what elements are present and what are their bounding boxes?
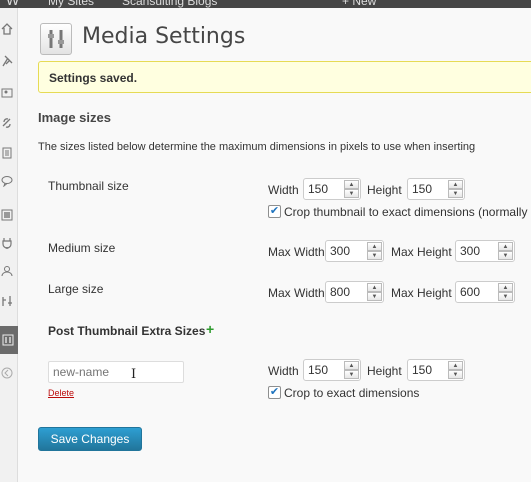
spin-up-icon[interactable]: ▲	[448, 180, 463, 189]
pin-icon[interactable]	[0, 54, 14, 68]
thumbnail-height-spinner[interactable]: ▲ ▼	[448, 180, 463, 198]
spin-up-icon[interactable]: ▲	[498, 242, 513, 251]
extra-height-input[interactable]: 150 ▲ ▼	[407, 359, 465, 381]
spin-up-icon[interactable]: ▲	[498, 283, 513, 292]
thumbnail-crop-label: Crop thumbnail to exact dimensions (norm…	[284, 205, 528, 219]
large-width-input[interactable]: 800 ▲ ▼	[325, 281, 384, 303]
medium-width-input[interactable]: 300 ▲ ▼	[325, 240, 384, 262]
checkmark-icon: ✔	[269, 205, 280, 217]
thumbnail-height-label: Height	[367, 183, 402, 197]
settings-icon[interactable]	[1, 333, 15, 347]
wordpress-logo-icon[interactable]: W	[6, 0, 19, 8]
medium-width-spinner[interactable]: ▲ ▼	[367, 242, 382, 260]
spin-down-icon[interactable]: ▼	[498, 292, 513, 301]
large-height-input[interactable]: 600 ▲ ▼	[455, 281, 515, 303]
spin-down-icon[interactable]: ▼	[448, 189, 463, 198]
spin-down-icon[interactable]: ▼	[448, 370, 463, 379]
spin-down-icon[interactable]: ▼	[344, 370, 359, 379]
collapse-menu-icon[interactable]	[0, 366, 14, 380]
settings-saved-notice: Settings saved.	[38, 61, 531, 93]
admin-bar: W My Sites Scansulting Blogs + New	[0, 0, 531, 8]
site-name-menu[interactable]: Scansulting Blogs	[122, 0, 217, 8]
save-changes-button[interactable]: Save Changes	[38, 427, 142, 451]
spin-up-icon[interactable]: ▲	[367, 283, 382, 292]
spin-down-icon[interactable]: ▼	[367, 251, 382, 260]
spin-down-icon[interactable]: ▼	[344, 189, 359, 198]
extra-height-spinner[interactable]: ▲ ▼	[448, 361, 463, 379]
large-width-label: Max Width	[268, 286, 325, 300]
media-icon[interactable]	[0, 86, 14, 100]
image-sizes-description: The sizes listed below determine the max…	[38, 141, 476, 153]
admin-sidebar	[0, 8, 26, 482]
extra-crop-label: Crop to exact dimensions	[284, 386, 420, 400]
medium-width-label: Max Width	[268, 245, 325, 259]
text-cursor-icon: I	[131, 367, 137, 382]
thumbnail-crop-checkbox[interactable]: ✔	[268, 205, 281, 218]
spin-down-icon[interactable]: ▼	[498, 251, 513, 260]
appearance-icon[interactable]	[0, 208, 14, 222]
large-height-spinner[interactable]: ▲ ▼	[498, 283, 513, 301]
plugins-icon[interactable]	[0, 236, 14, 250]
comments-icon[interactable]	[0, 174, 14, 188]
add-size-icon[interactable]: +	[206, 321, 214, 337]
main-content: Media Settings Settings saved. Image siz…	[18, 8, 531, 482]
checkmark-icon: ✔	[269, 386, 280, 398]
medium-size-label: Medium size	[48, 241, 116, 255]
new-content-menu[interactable]: + New	[342, 0, 376, 8]
large-height-label: Max Height	[391, 286, 452, 300]
spin-up-icon[interactable]: ▲	[344, 180, 359, 189]
media-settings-icon	[40, 23, 72, 55]
spin-up-icon[interactable]: ▲	[448, 361, 463, 370]
extra-crop-checkbox[interactable]: ✔	[268, 386, 281, 399]
my-sites-menu[interactable]: My Sites	[48, 0, 94, 8]
delete-size-link[interactable]: Delete	[48, 388, 74, 398]
medium-height-input[interactable]: 300 ▲ ▼	[455, 240, 515, 262]
extra-width-input[interactable]: 150 ▲ ▼	[303, 359, 361, 381]
thumbnail-size-label: Thumbnail size	[48, 179, 129, 193]
tools-icon[interactable]	[0, 294, 14, 308]
page-title: Media Settings	[82, 24, 246, 49]
thumbnail-width-input[interactable]: 150 ▲ ▼	[303, 178, 361, 200]
new-size-name-input[interactable]	[48, 361, 184, 383]
thumbnail-height-input[interactable]: 150 ▲ ▼	[407, 178, 465, 200]
spin-up-icon[interactable]: ▲	[367, 242, 382, 251]
extra-sizes-heading: Post Thumbnail Extra Sizes	[48, 324, 206, 338]
medium-height-label: Max Height	[391, 245, 452, 259]
home-icon[interactable]	[0, 22, 14, 36]
thumbnail-width-label: Width	[268, 183, 299, 197]
spin-up-icon[interactable]: ▲	[344, 361, 359, 370]
large-width-spinner[interactable]: ▲ ▼	[367, 283, 382, 301]
large-size-label: Large size	[48, 282, 104, 296]
extra-width-spinner[interactable]: ▲ ▼	[344, 361, 359, 379]
extra-height-label: Height	[367, 364, 402, 378]
medium-height-spinner[interactable]: ▲ ▼	[498, 242, 513, 260]
users-icon[interactable]	[0, 264, 14, 278]
links-icon[interactable]	[0, 116, 14, 130]
image-sizes-heading: Image sizes	[38, 110, 111, 125]
pages-icon[interactable]	[0, 146, 14, 160]
spin-down-icon[interactable]: ▼	[367, 292, 382, 301]
thumbnail-width-spinner[interactable]: ▲ ▼	[344, 180, 359, 198]
extra-width-label: Width	[268, 364, 299, 378]
